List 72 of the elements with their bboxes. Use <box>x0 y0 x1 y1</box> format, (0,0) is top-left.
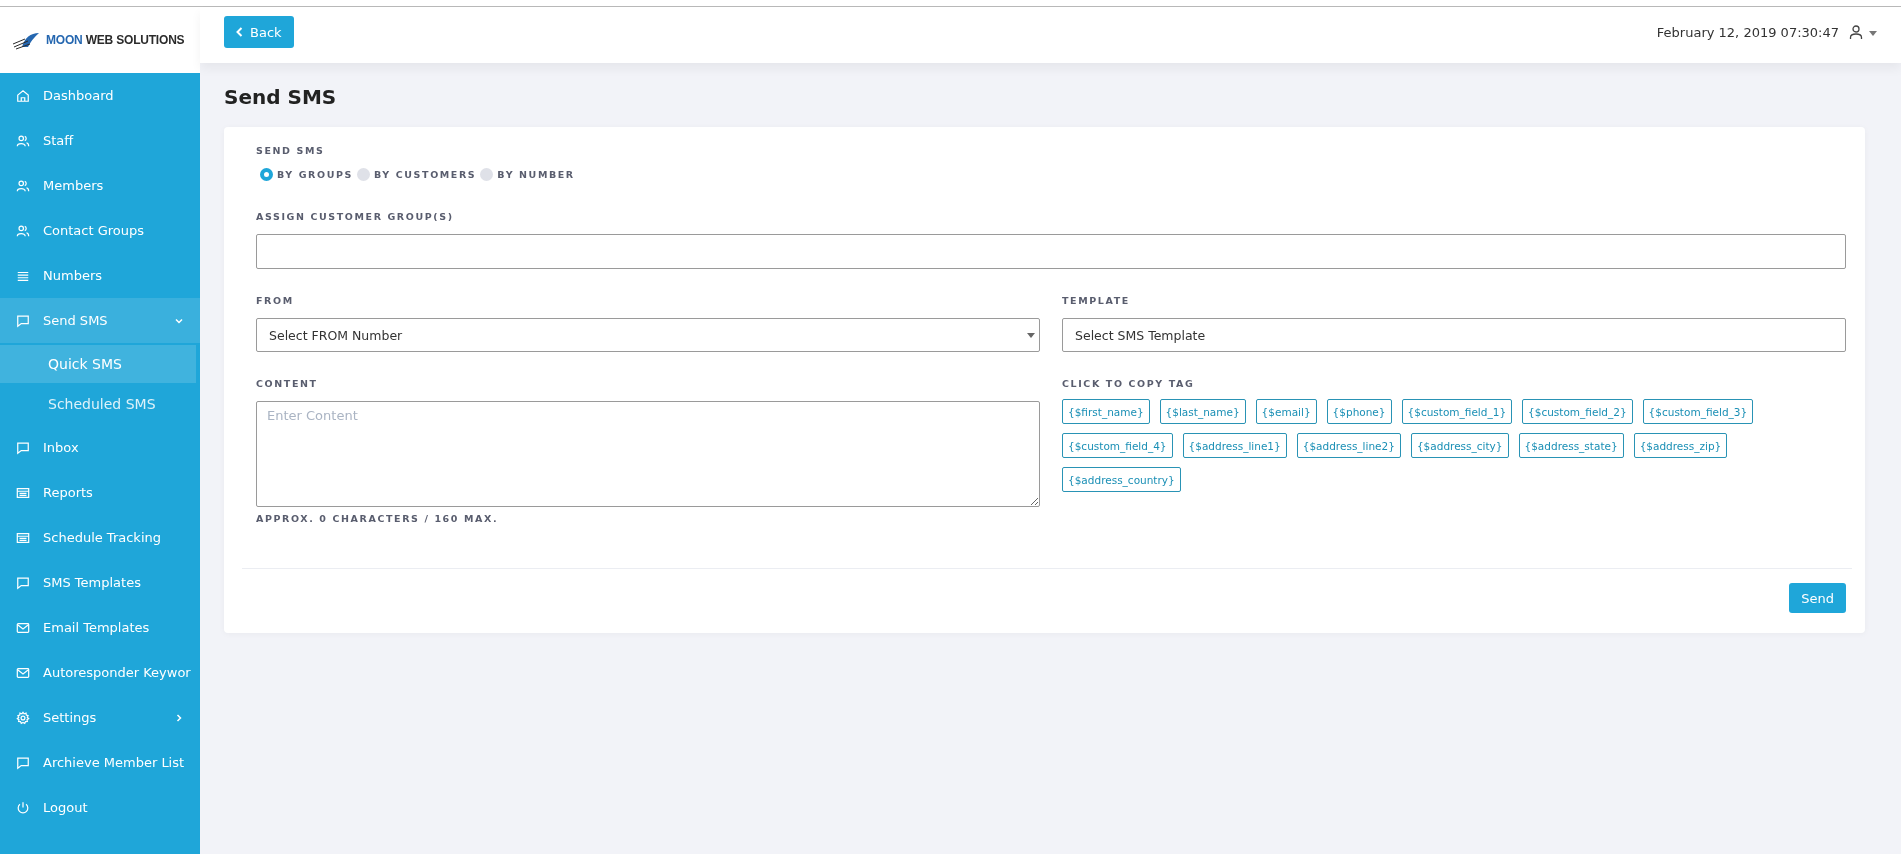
tag-button[interactable]: {$email} <box>1255 399 1317 424</box>
select-field[interactable]: Select SMS Template <box>1062 318 1846 352</box>
gear-icon <box>16 710 30 725</box>
sidebar-item[interactable]: Members <box>0 163 200 208</box>
tag-button[interactable]: {$phone} <box>1326 399 1392 424</box>
chevron-left-icon <box>236 27 243 37</box>
sidebar-item[interactable]: Settings <box>0 695 200 740</box>
field-label: SEND SMS <box>256 145 326 156</box>
tag-button[interactable]: {$custom_field_1} <box>1401 399 1513 424</box>
sidebar-item[interactable]: Logout <box>0 785 200 830</box>
datetime: February 12, 2019 07:30:47 <box>1656 24 1839 40</box>
tag-button[interactable]: {$address_zip} <box>1633 433 1728 458</box>
field-label: CLICK TO COPY TAG <box>1062 378 1196 389</box>
radio-label[interactable]: BY CUSTOMERS <box>374 169 477 180</box>
sidebar-item[interactable]: Archieve Member List <box>0 740 200 785</box>
field-label: CONTENT <box>256 378 319 389</box>
radio-label[interactable]: BY NUMBER <box>497 169 575 180</box>
sidebar-item[interactable]: Staff <box>0 118 200 163</box>
select-field[interactable]: Select FROM Number <box>256 318 1040 352</box>
sidebar-item[interactable]: Send SMS <box>0 298 200 343</box>
field-label: FROM <box>256 295 295 306</box>
users-icon <box>16 178 30 193</box>
submenu-item[interactable]: Scheduled SMS <box>0 385 196 423</box>
character-counter: APPROX. 0 CHARACTERS / 160 MAX. <box>256 513 500 524</box>
power-icon <box>16 800 30 815</box>
tag-button[interactable]: {$address_line1} <box>1182 433 1287 458</box>
sidebar-item[interactable]: Schedule Tracking <box>0 515 200 560</box>
field-label: TEMPLATE <box>1062 295 1131 306</box>
chat-icon <box>16 313 30 328</box>
radio-button[interactable] <box>260 168 273 181</box>
tag-button[interactable]: {$last_name} <box>1159 399 1246 424</box>
back-button[interactable]: Back <box>224 16 294 48</box>
mail-icon <box>16 665 30 680</box>
chat-icon <box>16 440 30 455</box>
chevron-icon <box>174 712 184 723</box>
sidebar-item[interactable]: SMS Templates <box>0 560 200 605</box>
users-icon <box>16 133 30 148</box>
tag-button[interactable]: {$address_line2} <box>1296 433 1401 458</box>
logo-text: MOON WEB SOLUTIONS <box>46 33 185 47</box>
tag-button[interactable]: {$address_city} <box>1410 433 1509 458</box>
content-field[interactable]: Enter Content <box>256 401 1040 507</box>
tag-button[interactable]: {$address_state} <box>1518 433 1624 458</box>
sidebar-item[interactable]: Numbers <box>0 253 200 298</box>
sidebar-item[interactable]: Email Templates <box>0 605 200 650</box>
radio-label[interactable]: BY GROUPS <box>277 169 353 180</box>
mail-icon <box>16 620 30 635</box>
caret-icon <box>1027 332 1035 338</box>
sidebar-item[interactable]: Inbox <box>0 425 200 470</box>
sidebar-item[interactable]: Autoresponder Keywor <box>0 650 200 695</box>
tag-button[interactable]: {$custom_field_2} <box>1522 399 1633 424</box>
user-icon[interactable] <box>1849 25 1863 39</box>
tag-button[interactable]: {$address_country} <box>1062 467 1181 492</box>
send-button[interactable]: Send <box>1789 583 1846 613</box>
tag-button[interactable]: {$custom_field_3} <box>1642 399 1754 424</box>
sidebar-item[interactable]: Reports <box>0 470 200 515</box>
table-icon <box>16 485 30 500</box>
sidebar-item[interactable]: Contact Groups <box>0 208 200 253</box>
radio-button[interactable] <box>357 168 370 181</box>
input-field[interactable] <box>256 234 1846 269</box>
tag-button[interactable]: {$first_name} <box>1062 399 1150 424</box>
sidebar-item[interactable]: Dashboard <box>0 73 200 118</box>
radio-button[interactable] <box>480 168 494 181</box>
home-icon <box>16 88 30 103</box>
field-label: ASSIGN CUSTOMER GROUP(S) <box>256 211 455 222</box>
page-title: Send SMS <box>224 85 338 109</box>
table-icon <box>16 530 30 545</box>
submenu-item[interactable]: Quick SMS <box>0 345 196 383</box>
chat-icon <box>16 575 30 590</box>
caret-icon[interactable] <box>1869 30 1877 36</box>
users-icon <box>16 223 30 238</box>
tag-button[interactable]: {$custom_field_4} <box>1062 433 1173 458</box>
chat-icon <box>16 755 30 770</box>
